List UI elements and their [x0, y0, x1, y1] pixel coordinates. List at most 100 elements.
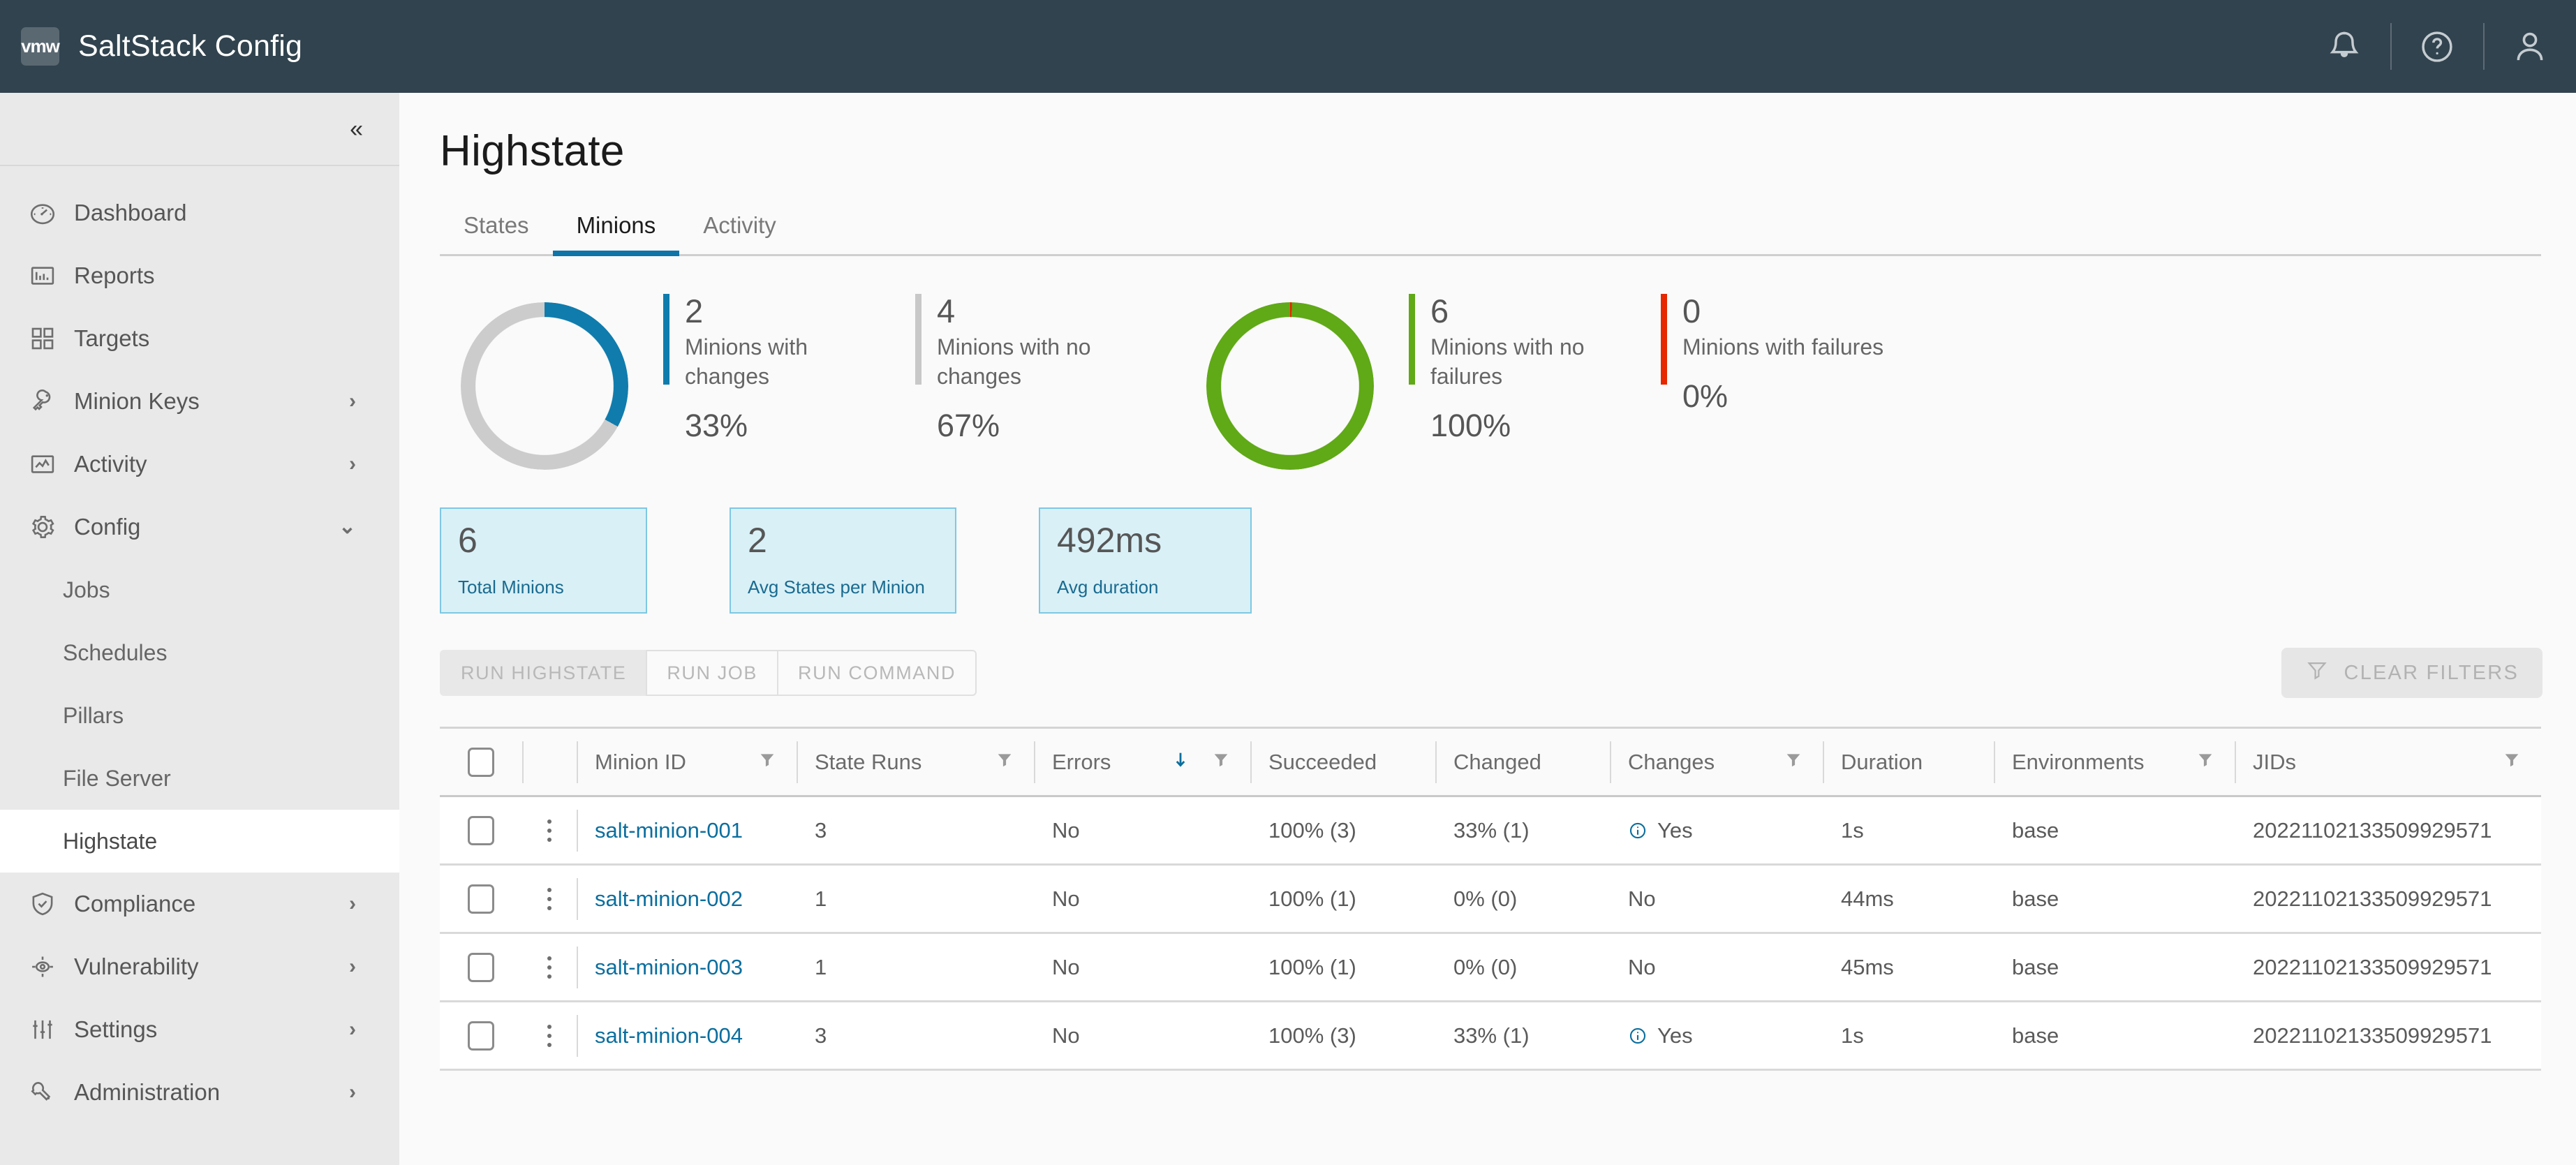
- sidebar-item-dashboard[interactable]: Dashboard: [0, 181, 399, 244]
- column-header-duration[interactable]: Duration: [1823, 728, 1994, 796]
- filter-icon[interactable]: [757, 750, 777, 775]
- row-checkbox[interactable]: [468, 952, 494, 982]
- column-header-environments[interactable]: Environments: [1994, 728, 2235, 796]
- kpi-value: 492ms: [1057, 521, 1162, 560]
- column-header-succeeded[interactable]: Succeeded: [1250, 728, 1435, 796]
- wrench-icon: [28, 1078, 66, 1107]
- sidebar-item-jobs[interactable]: Jobs: [0, 558, 399, 621]
- sidebar-item-settings[interactable]: Settings ›: [0, 998, 399, 1061]
- cell-state-runs: 1: [815, 886, 827, 911]
- column-header-jids[interactable]: JIDs: [2235, 728, 2541, 796]
- table-row[interactable]: salt-minion-004 3 No 100% (3) 33% (1) Ye…: [440, 1002, 2541, 1071]
- tab-states[interactable]: States: [440, 212, 553, 254]
- sidebar-item-pillars[interactable]: Pillars: [0, 684, 399, 747]
- sidebar-item-config[interactable]: Config ⌄: [0, 496, 399, 558]
- legend-percent: 0%: [1682, 378, 1729, 414]
- legend-color-swatch: [1661, 294, 1667, 385]
- help-icon[interactable]: [2390, 0, 2483, 93]
- filter-icon[interactable]: [2196, 750, 2215, 775]
- cell-duration: 45ms: [1841, 954, 1894, 979]
- kpi-label: Total Minions: [458, 577, 564, 598]
- kpi-value: 2: [748, 521, 767, 560]
- row-actions-cell: [522, 796, 577, 865]
- info-icon[interactable]: [1628, 1026, 1648, 1046]
- sidebar-sub-label: File Server: [63, 765, 171, 791]
- changes-donut-chart: [440, 294, 649, 470]
- column-header-changed[interactable]: Changed: [1435, 728, 1610, 796]
- legend-count: 0: [1682, 292, 1701, 329]
- row-checkbox[interactable]: [468, 815, 494, 845]
- sort-descending-icon[interactable]: [1171, 749, 1190, 776]
- tab-activity[interactable]: Activity: [679, 212, 800, 254]
- kebab-menu-icon[interactable]: [547, 887, 552, 910]
- sidebar-item-file-server[interactable]: File Server: [0, 747, 399, 810]
- filter-icon[interactable]: [1211, 750, 1231, 775]
- cell-minion-id: salt-minion-001: [577, 796, 797, 865]
- sidebar-sub-label: Highstate: [63, 828, 158, 854]
- clear-filters-label: CLEAR FILTERS: [2344, 661, 2519, 684]
- legend-minions-no-failures: 6 Minions with no failures 100%: [1395, 293, 1633, 444]
- chevron-right-icon: ›: [349, 389, 356, 413]
- sidebar-item-reports[interactable]: Reports: [0, 244, 399, 307]
- filter-icon[interactable]: [2502, 750, 2522, 775]
- sidebar-item-targets[interactable]: Targets: [0, 307, 399, 370]
- kebab-menu-icon[interactable]: [547, 819, 552, 842]
- top-header-bar: vmw SaltStack Config: [0, 0, 2576, 93]
- kebab-menu-icon[interactable]: [547, 956, 552, 979]
- run-job-button[interactable]: RUN JOB: [646, 650, 778, 696]
- sidebar-collapse-button[interactable]: «: [0, 93, 399, 166]
- column-header-state-runs[interactable]: State Runs: [797, 728, 1034, 796]
- table-row[interactable]: salt-minion-003 1 No 100% (1) 0% (0) No …: [440, 934, 2541, 1002]
- table-row[interactable]: salt-minion-001 3 No 100% (3) 33% (1) Ye…: [440, 797, 2541, 866]
- minion-link[interactable]: salt-minion-002: [595, 886, 743, 912]
- sidebar-item-minion-keys[interactable]: Minion Keys ›: [0, 370, 399, 433]
- sidebar-item-vulnerability[interactable]: Vulnerability ›: [0, 935, 399, 998]
- cell-duration: 44ms: [1841, 886, 1894, 911]
- gauge-icon: [28, 198, 66, 228]
- kebab-menu-icon[interactable]: [547, 1024, 552, 1047]
- kpi-label: Avg duration: [1057, 577, 1159, 598]
- sidebar-item-activity[interactable]: Activity ›: [0, 433, 399, 496]
- column-header-changes[interactable]: Changes: [1610, 728, 1823, 796]
- filter-icon[interactable]: [1784, 750, 1803, 775]
- cell-jids: 20221102133509929571: [2253, 1023, 2492, 1048]
- column-header-errors[interactable]: Errors: [1034, 728, 1250, 796]
- select-all-checkbox[interactable]: [468, 747, 494, 777]
- info-icon[interactable]: [1628, 821, 1648, 840]
- kpi-value: 6: [458, 521, 478, 560]
- target-eye-icon: [28, 952, 66, 981]
- chevron-right-icon: ›: [349, 892, 356, 915]
- page-title: Highstate: [440, 127, 625, 175]
- run-highstate-button[interactable]: RUN HIGHSTATE: [440, 650, 646, 696]
- row-checkbox[interactable]: [468, 1021, 494, 1051]
- cell-changed: 33% (1): [1453, 1023, 1530, 1048]
- sidebar-label: Compliance: [74, 891, 196, 917]
- table-header-row: Minion ID State Runs Errors Succeeded Ch…: [440, 729, 2541, 797]
- sidebar-item-compliance[interactable]: Compliance ›: [0, 873, 399, 935]
- cell-duration: 1s: [1841, 1023, 1864, 1048]
- run-command-button[interactable]: RUN COMMAND: [777, 650, 977, 696]
- legend-count: 4: [937, 292, 956, 329]
- notification-bell-icon[interactable]: [2297, 0, 2390, 93]
- donut-failures: [1206, 302, 1374, 470]
- sidebar-item-highstate[interactable]: Highstate: [0, 810, 399, 873]
- sidebar-label: Administration: [74, 1079, 221, 1105]
- filter-icon[interactable]: [995, 750, 1014, 775]
- run-button-group: RUN HIGHSTATE RUN JOB RUN COMMAND: [440, 650, 977, 696]
- column-header-minion-id[interactable]: Minion ID: [577, 728, 797, 796]
- tab-minions[interactable]: Minions: [552, 212, 680, 256]
- cell-minion-id: salt-minion-003: [577, 933, 797, 1002]
- cell-state-runs: 3: [815, 1023, 827, 1048]
- bar-chart-icon: [28, 261, 66, 290]
- clear-filters-button[interactable]: CLEAR FILTERS: [2281, 648, 2542, 698]
- minion-link[interactable]: salt-minion-003: [595, 955, 743, 980]
- minion-link[interactable]: salt-minion-004: [595, 1023, 743, 1048]
- sliders-icon: [28, 1015, 66, 1044]
- row-checkbox[interactable]: [468, 884, 494, 914]
- main-content: Highstate States Minions Activity 2 Mini…: [399, 93, 2576, 1165]
- table-row[interactable]: salt-minion-002 1 No 100% (1) 0% (0) No …: [440, 866, 2541, 934]
- user-account-icon[interactable]: [2483, 0, 2576, 93]
- minion-link[interactable]: salt-minion-001: [595, 818, 743, 843]
- sidebar-item-schedules[interactable]: Schedules: [0, 621, 399, 684]
- sidebar-item-administration[interactable]: Administration ›: [0, 1061, 399, 1124]
